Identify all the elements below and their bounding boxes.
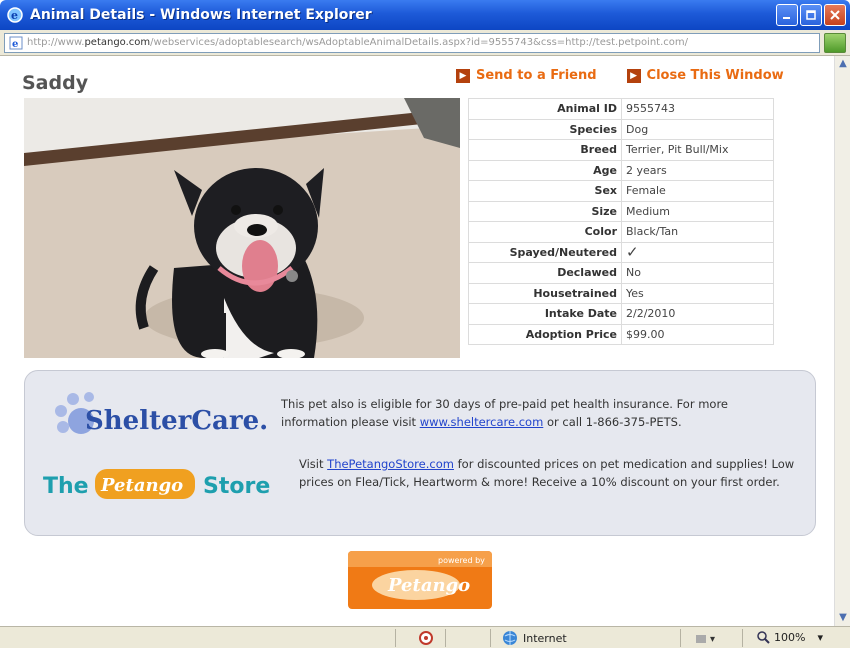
detail-key: Spayed/Neutered	[468, 241, 622, 263]
petango-store-text: Visit ThePetangoStore.com for discounted…	[299, 455, 799, 491]
status-separator	[680, 629, 681, 647]
send-to-friend-link[interactable]: ▶ Send to a Friend	[456, 68, 597, 83]
vertical-scrollbar[interactable]: ▲ ▼	[834, 56, 850, 626]
sheltercare-link[interactable]: www.sheltercare.com	[420, 415, 544, 429]
detail-key: Sex	[468, 180, 622, 202]
close-window-button[interactable]	[824, 4, 846, 26]
detail-row: Spayed/Neutered ✓	[468, 241, 774, 263]
detail-key: Species	[468, 118, 622, 140]
detail-value: 2/2/2010	[621, 303, 774, 325]
sheltercare-text-after: or call 1-866-375-PETS.	[543, 415, 682, 429]
maximize-button[interactable]	[800, 4, 822, 26]
detail-key: Intake Date	[468, 303, 622, 325]
petango-store-logo: The Petango Store	[43, 469, 270, 499]
svg-text:▾: ▾	[710, 634, 715, 645]
detail-value: Black/Tan	[621, 221, 774, 243]
checkmark-icon: ✓	[621, 241, 774, 263]
detail-value: Medium	[621, 200, 774, 222]
protected-mode-icon[interactable]: ▾	[694, 630, 722, 646]
powered-by-petango-badge[interactable]: powered by Petango	[348, 551, 492, 609]
detail-key: Housetrained	[468, 282, 622, 304]
detail-row: Adoption Price $99.00	[468, 323, 774, 345]
detail-row: Species Dog	[468, 118, 774, 140]
address-bar: e http://www. petango.com/webservices/ado…	[0, 30, 850, 56]
status-separator	[395, 629, 396, 647]
svg-text:ShelterCare.: ShelterCare.	[85, 406, 268, 436]
detail-key: Size	[468, 200, 622, 222]
zoom-control[interactable]: 100% ▾	[756, 630, 823, 644]
detail-row: Breed Terrier, Pit Bull/Mix	[468, 139, 774, 161]
magnifier-icon	[757, 631, 770, 644]
url-field[interactable]: e http://www. petango.com/webservices/ado…	[4, 32, 820, 53]
status-separator	[490, 629, 491, 647]
arrow-bullet-icon: ▶	[456, 68, 470, 83]
svg-text:e: e	[12, 39, 18, 50]
svg-text:Petango: Petango	[387, 575, 470, 596]
sheltercare-logo: ShelterCare.	[55, 392, 268, 436]
arrow-bullet-icon: ▶	[626, 68, 641, 83]
detail-row: Animal ID 9555743	[468, 98, 774, 120]
zone-label: Internet	[523, 631, 567, 645]
security-zone[interactable]: Internet	[502, 630, 567, 646]
detail-row: Size Medium	[468, 200, 774, 222]
promo-box: ShelterCare. This pet also is eligible f…	[24, 370, 816, 536]
detail-key: Declawed	[468, 262, 622, 284]
store-text-before: Visit	[299, 457, 328, 471]
detail-key: Adoption Price	[468, 323, 622, 345]
detail-row: Color Black/Tan	[468, 221, 774, 243]
status-separator	[445, 629, 446, 647]
url-path: /webservices/adoptablesearch/wsAdoptable…	[150, 37, 688, 48]
chevron-down-icon: ▾	[817, 630, 823, 644]
page-icon: e	[9, 36, 23, 50]
detail-key: Breed	[468, 139, 622, 161]
ie-icon: e	[7, 7, 23, 23]
scroll-down-icon[interactable]: ▼	[835, 610, 850, 626]
scroll-up-icon[interactable]: ▲	[835, 56, 850, 72]
svg-text:Store: Store	[203, 474, 270, 499]
minimize-icon	[783, 17, 790, 19]
detail-value: $99.00	[621, 323, 774, 345]
window-title: Animal Details - Windows Internet Explor…	[30, 7, 372, 23]
close-icon	[830, 10, 840, 20]
globe-icon	[503, 631, 517, 645]
page-content: Saddy ▶ Send to a Friend ▶ Close This Wi…	[0, 56, 834, 626]
svg-text:The: The	[43, 474, 89, 499]
zoom-level: 100%	[774, 630, 806, 644]
pet-photo	[24, 98, 460, 358]
minimize-button[interactable]	[776, 4, 798, 26]
detail-value: Female	[621, 180, 774, 202]
svg-text:e: e	[11, 9, 18, 22]
svg-text:powered by: powered by	[438, 556, 485, 565]
detail-key: Age	[468, 159, 622, 181]
close-this-window-label: Close This Window	[646, 68, 784, 83]
url-prefix: http://www.	[27, 37, 85, 48]
animal-details-table: Animal ID 9555743 Species Dog Breed Terrier…	[468, 98, 774, 345]
detail-row: Intake Date 2/2/2010	[468, 303, 774, 325]
url-host: petango.com	[84, 37, 151, 48]
detail-value: Dog	[621, 118, 774, 140]
petango-store-link[interactable]: ThePetangoStore.com	[327, 457, 454, 471]
status-separator	[742, 629, 743, 647]
detail-value: No	[621, 262, 774, 284]
window-titlebar: e Animal Details - Windows Internet Expl…	[0, 0, 850, 30]
detail-value: Terrier, Pit Bull/Mix	[621, 139, 774, 161]
detail-row: Sex Female	[468, 180, 774, 202]
detail-value: 2 years	[621, 159, 774, 181]
detail-value: Yes	[621, 282, 774, 304]
close-this-window-link[interactable]: ▶ Close This Window	[626, 68, 784, 83]
maximize-icon	[806, 10, 816, 20]
privacy-icon[interactable]	[418, 630, 434, 646]
pet-name: Saddy	[22, 72, 89, 94]
detail-value: 9555743	[621, 98, 774, 120]
detail-key: Animal ID	[468, 98, 622, 120]
status-bar: Internet ▾ 100% ▾	[0, 626, 850, 648]
detail-key: Color	[468, 221, 622, 243]
go-button[interactable]	[824, 32, 846, 53]
detail-row: Declawed No	[468, 262, 774, 284]
detail-row: Age 2 years	[468, 159, 774, 181]
svg-text:Petango: Petango	[100, 475, 183, 496]
send-to-friend-label: Send to a Friend	[476, 68, 597, 83]
sheltercare-text: This pet also is eligible for 30 days of…	[281, 395, 791, 431]
detail-row: Housetrained Yes	[468, 282, 774, 304]
